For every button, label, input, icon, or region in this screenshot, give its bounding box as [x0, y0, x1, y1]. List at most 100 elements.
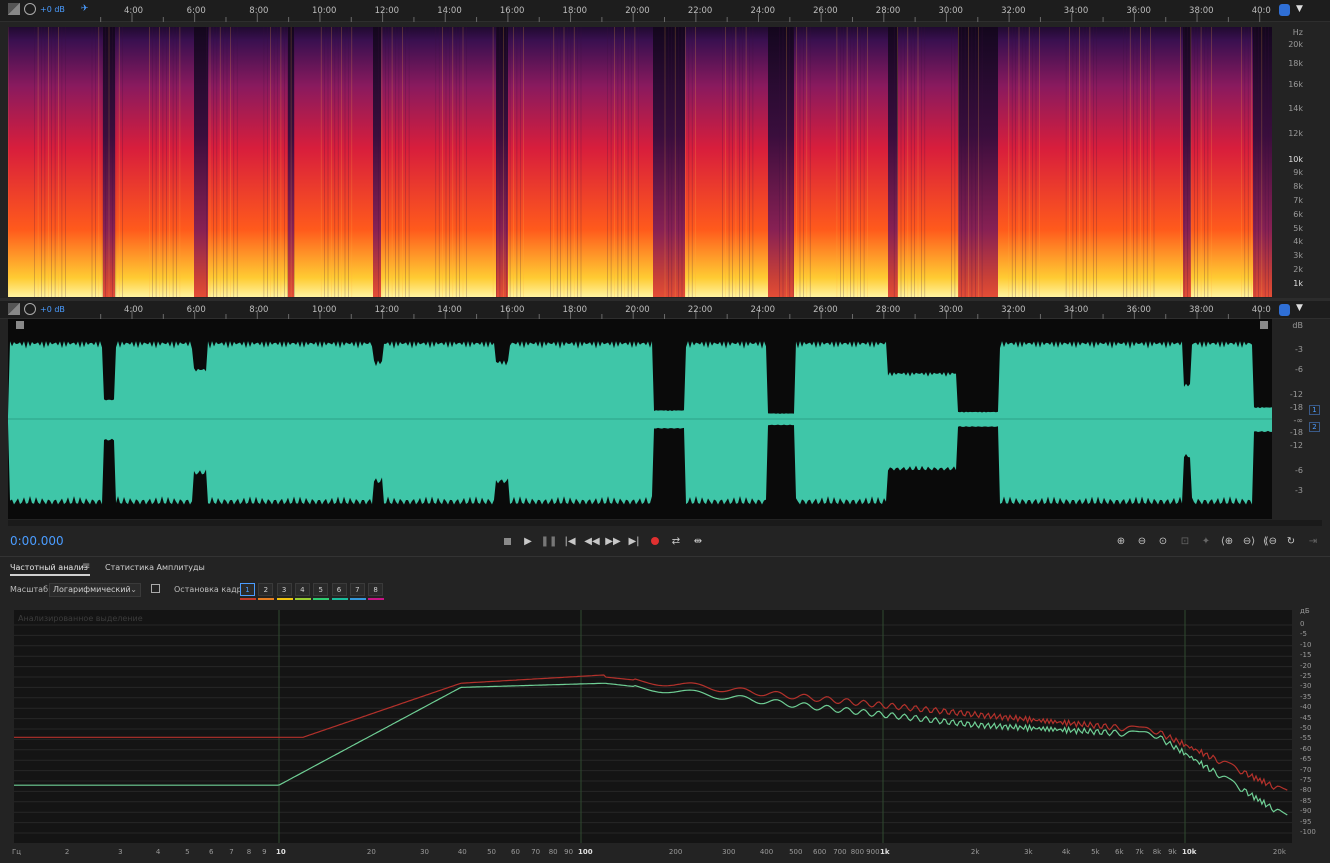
scale-label: Масштаб: — [10, 585, 51, 594]
tab-amplitude-statistics[interactable]: Статистика Амплитуды — [105, 563, 205, 572]
frequency-axis-label: 900 — [866, 848, 880, 856]
frequency-axis-label: 200 — [668, 848, 683, 856]
freeze-frame-button[interactable]: 7 — [349, 583, 365, 596]
time-ruler-wave[interactable]: +0 dB 4:00 6:00 8:00 10:00 12:00 14:00 16:00 18… — [0, 301, 1330, 319]
stop-icon[interactable] — [499, 533, 515, 549]
current-time[interactable]: 0:00.000 — [10, 534, 64, 548]
freeze-frame-button[interactable]: 1 — [240, 583, 255, 596]
zoom-in-amplitude-icon[interactable]: ⊕ — [1113, 533, 1129, 549]
ruler-tick-label: 4:00 — [124, 6, 143, 16]
tab-menu-icon[interactable]: ≡ — [82, 561, 90, 572]
ruler-tick-label: 18:00 — [563, 305, 588, 315]
fast-forward-icon[interactable]: ▶▶ — [605, 533, 621, 549]
frequency-axis-label: 4k — [1061, 848, 1071, 856]
frequency-axis-unit: Гц — [12, 848, 22, 856]
frequency-axis-label: 70 — [531, 848, 541, 856]
headphones-icon[interactable] — [1279, 4, 1290, 16]
ruler-tick-label: 4:00 — [124, 305, 143, 315]
ruler-tick-label: 8:00 — [249, 305, 268, 315]
zoom-out-time-icon[interactable]: ⊖⟩ — [1241, 533, 1257, 549]
scale-select-value: Логарифмический — [53, 585, 131, 594]
hz-label: 7k — [1293, 196, 1303, 205]
frequency-axis-label: 6 — [209, 848, 214, 856]
zoom-to-end-icon[interactable]: ⇥ — [1305, 533, 1321, 549]
zoom-in-time-icon[interactable]: ⟨⊕ — [1219, 533, 1235, 549]
freeze-frame-color-bar — [368, 598, 385, 600]
db-label: -6 — [1295, 365, 1303, 374]
fade-out-handle[interactable] — [1260, 321, 1268, 329]
ruler-tick-label: 40:0 — [1252, 6, 1271, 16]
db-label: -18 — [1289, 403, 1303, 412]
channel-1-badge[interactable]: 1 — [1309, 405, 1320, 415]
db-axis-label: -70 — [1300, 765, 1312, 774]
waveform-display[interactable] — [8, 319, 1272, 519]
freeze-frame-button[interactable]: 5 — [313, 583, 329, 596]
headphones-icon[interactable] — [1279, 304, 1290, 316]
rewind-icon[interactable]: ◀◀ — [584, 533, 600, 549]
frequency-axis-label: 1k — [880, 848, 890, 856]
hz-label: 2k — [1293, 265, 1303, 274]
analysis-tabs: Частотный анализ ≡ Статистика Амплитуды — [0, 556, 1330, 578]
zoom-fit-icon[interactable]: ↻ — [1283, 533, 1299, 549]
freeze-frame-button[interactable]: 8 — [368, 583, 384, 596]
freeze-frame-button[interactable]: 4 — [294, 583, 310, 596]
frequency-axis-label: 20k — [1272, 848, 1286, 856]
tab-frequency-analysis[interactable]: Частотный анализ — [10, 563, 88, 572]
freeze-frame-color-bar — [349, 598, 366, 600]
copy-icon[interactable] — [151, 584, 160, 593]
freeze-frame-button[interactable]: 3 — [276, 583, 292, 596]
db-axis-label: -55 — [1300, 734, 1312, 743]
scale-select[interactable]: Логарифмический ⌄ — [49, 583, 141, 597]
frequency-axis-label: 600 — [813, 848, 827, 856]
frequency-axis-label: 5k — [1091, 848, 1100, 856]
channel-2-badge[interactable]: 2 — [1309, 422, 1320, 432]
fade-in-handle[interactable] — [16, 321, 24, 329]
db-axis-label: -75 — [1300, 776, 1312, 784]
frequency-axis-label: 8k — [1152, 848, 1162, 856]
go-start-icon[interactable]: |◀ — [562, 533, 578, 549]
hz-unit: Hz — [1292, 28, 1303, 37]
frequency-axis-label: 400 — [759, 848, 774, 856]
frequency-axis-label: 700 — [833, 848, 847, 856]
skip-selection-icon[interactable]: ⇹ — [690, 533, 706, 549]
spectral-frequency-display[interactable] — [8, 27, 1272, 297]
marker-icon[interactable]: ▼ — [1296, 303, 1303, 313]
freeze-frame-color-bar — [331, 598, 348, 600]
loop-icon[interactable]: ⇄ — [668, 533, 684, 549]
db-axis-label: -45 — [1300, 713, 1312, 722]
zoom-selection-icon[interactable]: ⊡ — [1177, 533, 1193, 549]
ruler-tick-label: 38:00 — [1189, 305, 1214, 315]
freeze-frame-button[interactable]: 6 — [331, 583, 347, 596]
zoom-out-amplitude-icon[interactable]: ⊖ — [1134, 533, 1150, 549]
freeze-frame-color-bar — [276, 598, 293, 600]
zoom-out-full-icon[interactable]: ⟪⊖ — [1262, 533, 1278, 549]
spectrogram — [8, 27, 1272, 297]
spectral-hz-scale: Hz 20k 18k 16k 14k 12k 10k 9k 8k 7k 6k 5… — [1273, 27, 1303, 297]
db-label: -3 — [1295, 486, 1303, 495]
frequency-plot — [0, 610, 1292, 843]
marker-icon[interactable]: ▼ — [1296, 4, 1303, 14]
frequency-axis-label: 2 — [64, 848, 70, 856]
ruler-tick-label: 14:00 — [437, 305, 462, 315]
ruler-tick-label: 6:00 — [187, 6, 206, 16]
db-axis-label: -80 — [1300, 786, 1312, 795]
ruler-tick-label: 8:00 — [249, 6, 268, 16]
go-end-icon[interactable]: ▶| — [626, 533, 642, 549]
spectrum-trace — [0, 682, 1288, 816]
zoom-frequency-icon[interactable]: ✦ — [1198, 533, 1214, 549]
ruler-tick-label: 22:00 — [688, 305, 713, 315]
frequency-axis-label: 6k — [1115, 848, 1124, 856]
frequency-analysis-graph[interactable]: Анализированное выделение — [0, 610, 1292, 843]
time-ruler-top[interactable]: +0 dB ✈ 4:00 6:00 8:00 10:00 12:00 14:00 16:00… — [0, 0, 1330, 22]
horizontal-scrollbar[interactable] — [8, 520, 1322, 526]
frequency-axis-label: 30 — [420, 848, 429, 856]
frequency-axis-label: 7 — [229, 848, 234, 856]
spectral-dark-band — [653, 27, 685, 297]
freeze-frame-button[interactable]: 2 — [258, 583, 274, 596]
play-icon[interactable]: ▶ — [520, 533, 536, 549]
pause-icon[interactable]: ❚❚ — [541, 533, 558, 549]
ruler-tick-label: 6:00 — [187, 305, 206, 315]
zoom-reset-icon[interactable]: ⊙ — [1155, 533, 1171, 549]
analysis-controls: Масштаб: Логарифмический ⌄ Остановка кад… — [0, 580, 1330, 602]
record-icon[interactable] — [647, 533, 663, 549]
